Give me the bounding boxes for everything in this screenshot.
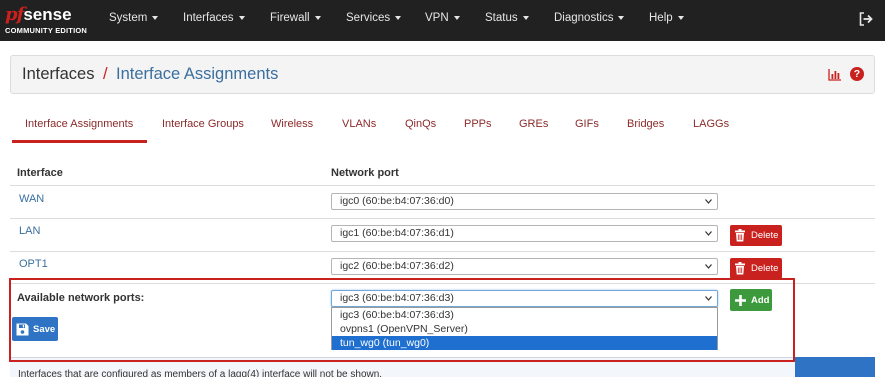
- pfsense-logo[interactable]: pf sense COMMUNITY EDITION: [5, 5, 87, 37]
- tab-interface-assignments[interactable]: Interface Assignments: [25, 118, 133, 130]
- network-port-select-opt1[interactable]: igc2 (60:be:b4:07:36:d2): [331, 258, 718, 275]
- sign-out-icon[interactable]: [859, 12, 873, 26]
- header-divider: [10, 185, 875, 186]
- chevron-down-icon: [705, 231, 712, 236]
- logo-sense: sense: [23, 5, 72, 24]
- chevron-down-icon: [705, 264, 712, 269]
- info-note: Interfaces that are configured as member…: [18, 369, 383, 377]
- tab-gres[interactable]: GREs: [519, 118, 548, 130]
- bar-chart-icon[interactable]: [828, 68, 842, 81]
- breadcrumb-interface-assignments[interactable]: Interface Assignments: [116, 65, 278, 84]
- nav-vpn-label: VPN: [425, 12, 449, 24]
- logo-pf: pf: [5, 4, 24, 25]
- trash-icon: [735, 229, 745, 242]
- tab-wireless[interactable]: Wireless: [271, 118, 313, 130]
- chevron-down-icon: [705, 199, 712, 204]
- interface-link-opt1[interactable]: OPT1: [19, 258, 48, 270]
- select-value: igc0 (60:be:b4:07:36:d0): [340, 195, 454, 207]
- nav-help[interactable]: Help: [649, 12, 684, 24]
- trash-icon: [735, 262, 745, 275]
- info-panel-accent: [795, 357, 875, 377]
- logo-edition: COMMUNITY EDITION: [5, 26, 88, 35]
- interface-link-lan[interactable]: LAN: [19, 225, 40, 237]
- tab-qinqs[interactable]: QinQs: [405, 118, 436, 130]
- nav-status[interactable]: Status: [485, 12, 529, 24]
- active-tab-indicator: [12, 140, 147, 143]
- nav-help-label: Help: [649, 12, 673, 24]
- nav-firewall-label: Firewall: [270, 12, 310, 24]
- caret-down-icon: [522, 15, 529, 20]
- caret-down-icon: [238, 15, 245, 20]
- logo-wordmark: pf sense: [5, 5, 87, 25]
- caret-down-icon: [453, 15, 460, 20]
- highlight-box: [9, 278, 795, 362]
- caret-down-icon: [314, 15, 321, 20]
- question-circle-icon[interactable]: ?: [850, 67, 864, 81]
- nav-services-label: Services: [346, 12, 391, 24]
- nav-system[interactable]: System: [109, 12, 159, 24]
- row-divider: [10, 251, 875, 252]
- caret-down-icon: [395, 15, 402, 20]
- nav-interfaces[interactable]: Interfaces: [183, 12, 245, 24]
- caret-down-icon: [677, 15, 684, 20]
- row-divider: [10, 218, 875, 219]
- nav-diagnostics[interactable]: Diagnostics: [554, 12, 625, 24]
- interface-link-wan[interactable]: WAN: [19, 193, 44, 205]
- caret-down-icon: [152, 15, 159, 20]
- tab-vlans[interactable]: VLANs: [342, 118, 376, 130]
- nav-vpn[interactable]: VPN: [425, 12, 460, 24]
- nav-firewall[interactable]: Firewall: [270, 12, 321, 24]
- nav-diagnostics-label: Diagnostics: [554, 12, 614, 24]
- breadcrumb-separator: /: [103, 65, 108, 83]
- tab-interface-groups[interactable]: Interface Groups: [162, 118, 244, 130]
- delete-button-opt1[interactable]: Delete: [730, 258, 782, 279]
- column-header-interface: Interface: [17, 167, 63, 179]
- page-header: Interfaces / Interface Assignments ?: [10, 55, 875, 94]
- tab-bar: Interface Assignments Interface Groups W…: [12, 110, 872, 144]
- nav-status-label: Status: [485, 12, 518, 24]
- tab-ppps[interactable]: PPPs: [464, 118, 492, 130]
- nav-interfaces-label: Interfaces: [183, 12, 234, 24]
- delete-label: Delete: [751, 263, 779, 274]
- nav-system-label: System: [109, 12, 148, 24]
- caret-down-icon: [618, 15, 625, 20]
- tab-gifs[interactable]: GIFs: [575, 118, 599, 130]
- top-navbar: pf sense COMMUNITY EDITION System Interfa…: [0, 0, 885, 41]
- breadcrumb-interfaces[interactable]: Interfaces: [22, 65, 94, 84]
- tab-bridges[interactable]: Bridges: [627, 118, 664, 130]
- delete-label: Delete: [751, 230, 779, 241]
- network-port-select-lan[interactable]: igc1 (60:be:b4:07:36:d1): [331, 225, 718, 242]
- column-header-network-port: Network port: [331, 167, 399, 179]
- select-value: igc1 (60:be:b4:07:36:d1): [340, 227, 454, 239]
- select-value: igc2 (60:be:b4:07:36:d2): [340, 260, 454, 272]
- nav-services[interactable]: Services: [346, 12, 402, 24]
- tab-laggs[interactable]: LAGGs: [693, 118, 729, 130]
- network-port-select-wan[interactable]: igc0 (60:be:b4:07:36:d0): [331, 193, 718, 210]
- delete-button-lan[interactable]: Delete: [730, 225, 782, 246]
